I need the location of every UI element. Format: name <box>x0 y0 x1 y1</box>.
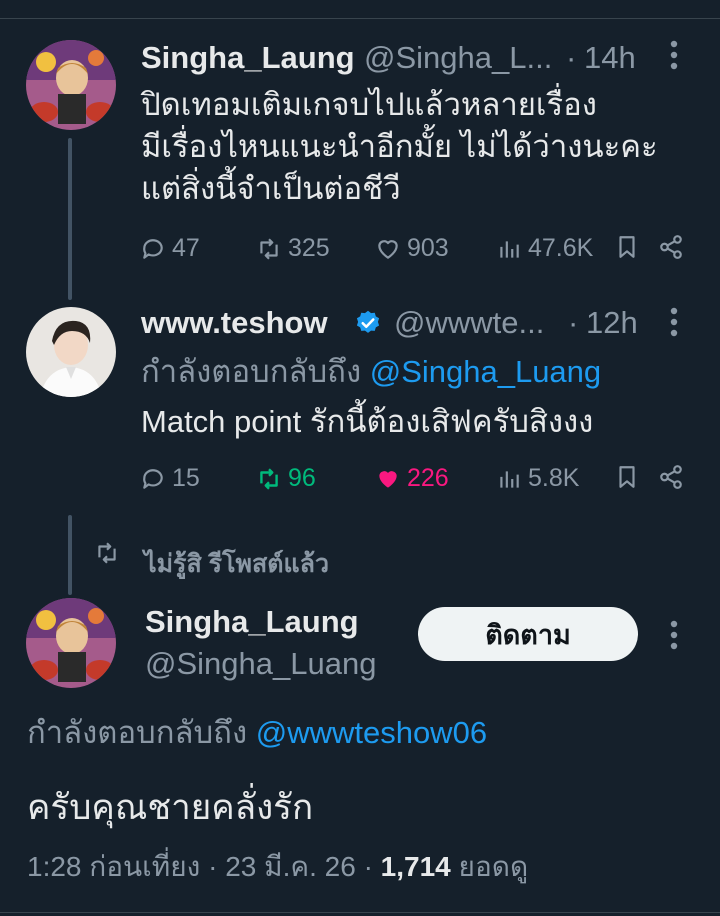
replying-to-label: กำลังตอบกลับถึง <box>141 354 362 389</box>
tweet1-author-name[interactable]: Singha_Laung <box>141 40 355 76</box>
follow-button[interactable]: ติดตาม <box>418 607 638 661</box>
tweet1-text-line: ปิดเทอมเติมเกจบไปแล้วหลายเรื่อง <box>141 87 597 122</box>
separator-dot: · <box>363 851 373 882</box>
bookmark-button[interactable] <box>614 464 640 490</box>
main-views-count: 1,714 <box>380 851 451 882</box>
retweet-icon <box>94 540 120 571</box>
share-button[interactable] <box>658 234 684 260</box>
replying-to-link[interactable]: @Singha_Luang <box>370 354 601 389</box>
tweet1-author-handle[interactable]: @Singha_L... <box>364 40 552 76</box>
avatar-teshow[interactable] <box>26 307 116 397</box>
share-icon <box>660 465 682 489</box>
tweet1-text-line: มีเรื่องไหนแนะนำอีกมั้ย ไม่ได้ว่างนะคะ <box>141 129 658 164</box>
main-author-handle[interactable]: @Singha_Luang <box>145 646 376 682</box>
more-icon[interactable] <box>668 618 680 661</box>
tweet2-text: Match point รักนี้ต้องเสิฟครับสิงงง <box>141 404 594 439</box>
replying-to-label: กำลังตอบกลับถึง <box>27 715 248 750</box>
reply-icon <box>143 238 163 259</box>
like-count: 226 <box>407 464 449 492</box>
more-icon[interactable] <box>668 38 680 81</box>
tweet1-timestamp[interactable]: 14h <box>584 40 636 76</box>
verified-icon <box>354 309 382 342</box>
main-author-name[interactable]: Singha_Laung <box>145 604 359 640</box>
avatar-singha[interactable] <box>26 40 116 130</box>
reply-icon <box>143 468 163 489</box>
retweet-button[interactable]: 325 <box>256 234 330 263</box>
like-button[interactable]: 903 <box>375 234 449 263</box>
views-count: 47.6K <box>528 234 594 262</box>
thread-connector <box>68 515 72 595</box>
reply-button[interactable]: 47 <box>140 234 200 263</box>
retweet-count: 325 <box>288 234 330 262</box>
repost-notice[interactable]: ไม่รู้สิ รีโพสต์แล้ว <box>144 544 329 584</box>
retweet-icon <box>260 467 278 490</box>
like-icon <box>379 470 397 488</box>
replying-to-link[interactable]: @wwwteshow06 <box>256 715 487 750</box>
top-divider <box>0 0 720 19</box>
thread-connector <box>68 138 72 300</box>
bookmark-icon <box>619 236 635 258</box>
share-icon <box>660 235 682 259</box>
like-button[interactable]: 226 <box>375 464 449 493</box>
views-icon <box>500 240 519 258</box>
retweet-count: 96 <box>288 464 316 492</box>
share-button[interactable] <box>658 464 684 490</box>
main-tweet-time[interactable]: 1:28 ก่อนเที่ยง <box>27 851 200 882</box>
views-button[interactable]: 47.6K <box>496 234 593 263</box>
reply-button[interactable]: 15 <box>140 464 200 493</box>
tweet2-author-name[interactable]: www.teshow <box>141 305 328 341</box>
reply-count: 15 <box>172 464 200 492</box>
retweet-icon <box>260 237 278 260</box>
more-icon[interactable] <box>668 305 680 348</box>
separator-dot: · <box>208 851 218 882</box>
views-icon <box>500 470 519 488</box>
bookmark-icon <box>619 466 635 488</box>
bottom-divider <box>0 912 720 913</box>
tweet2-separator: · <box>568 305 579 340</box>
main-tweet-text: ครับคุณชายคลั่งรัก <box>27 788 314 827</box>
avatar-singha-main[interactable] <box>26 598 116 688</box>
main-tweet-date[interactable]: 23 มี.ค. 26 <box>225 851 356 882</box>
tweet2-timestamp[interactable]: 12h <box>586 305 638 341</box>
like-icon <box>378 239 398 259</box>
retweet-button[interactable]: 96 <box>256 464 316 493</box>
tweet2-author-handle[interactable]: @wwwte... <box>394 305 544 341</box>
reply-count: 47 <box>172 234 200 262</box>
main-views-label: ยอดดู <box>458 851 529 882</box>
views-count: 5.8K <box>528 464 580 492</box>
tweet1-separator: · <box>566 40 577 75</box>
views-button[interactable]: 5.8K <box>496 464 579 493</box>
tweet1-text-line: แต่สิ่งนี้จำเป็นต่อชีวี <box>141 171 401 206</box>
like-count: 903 <box>407 234 449 262</box>
bookmark-button[interactable] <box>614 234 640 260</box>
